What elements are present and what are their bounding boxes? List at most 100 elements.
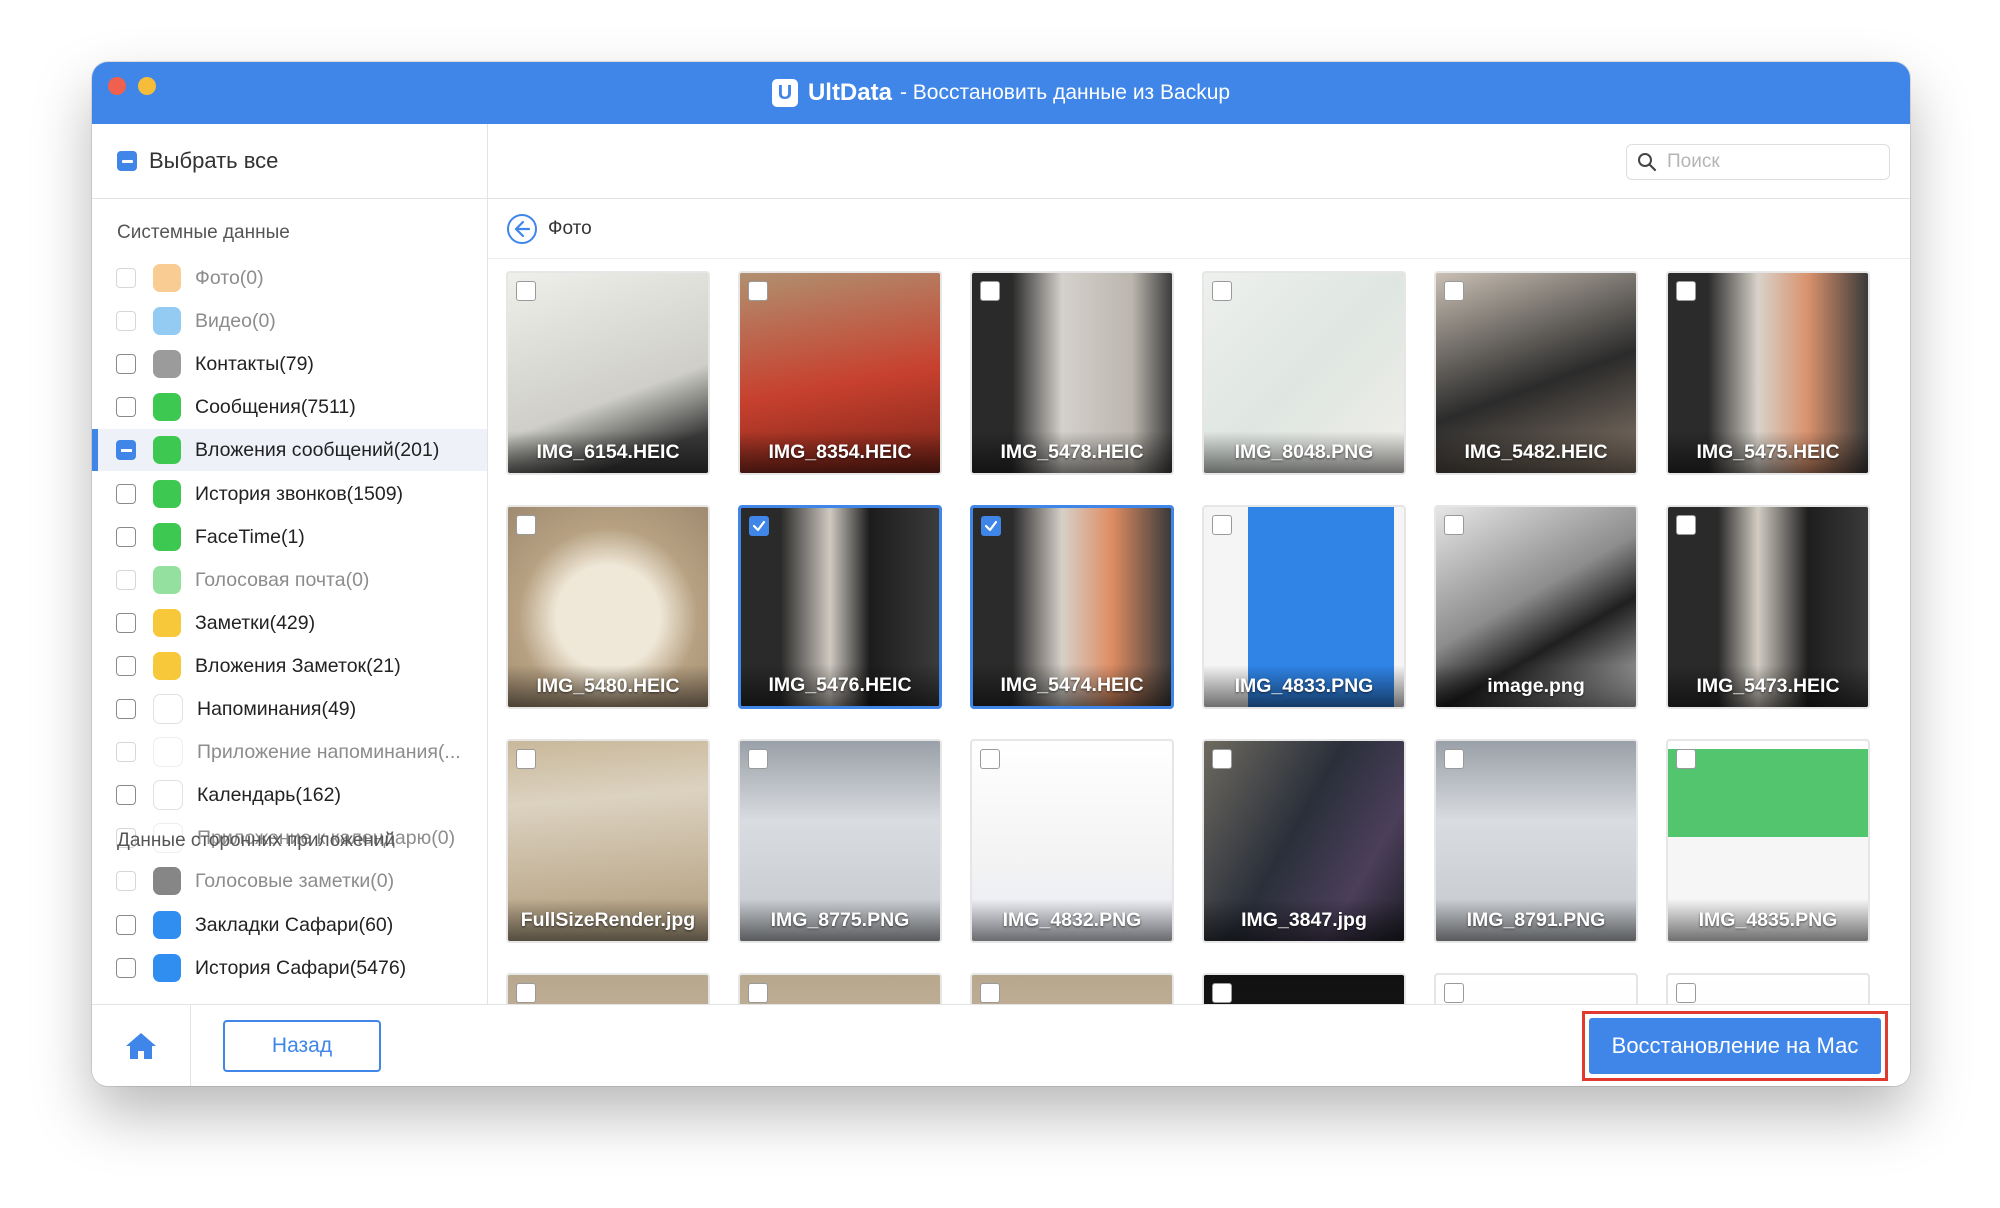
category-checkbox[interactable] bbox=[116, 958, 136, 978]
photo-checkbox-checked[interactable] bbox=[749, 516, 769, 536]
photo-tile[interactable]: IMG_3847.jpg bbox=[1202, 739, 1406, 943]
reminders-attachments-icon bbox=[153, 737, 183, 767]
select-all-checkbox[interactable] bbox=[117, 151, 137, 171]
photo-checkbox[interactable] bbox=[980, 983, 1000, 1003]
category-label: Фото(0) bbox=[195, 266, 264, 289]
photo-tile[interactable]: IMG_8791.PNG bbox=[1434, 739, 1638, 943]
phone-icon bbox=[153, 480, 181, 508]
photo-checkbox[interactable] bbox=[748, 281, 768, 301]
photo-checkbox[interactable] bbox=[1676, 515, 1696, 535]
sidebar-category-item[interactable]: Заметки(429) bbox=[92, 602, 487, 644]
photo-tile[interactable]: IMG_8048.PNG bbox=[1202, 271, 1406, 475]
home-icon bbox=[126, 1033, 156, 1059]
photo-tile[interactable]: IMG_5474.HEIC bbox=[970, 505, 1174, 709]
photo-checkbox[interactable] bbox=[1444, 515, 1464, 535]
photo-checkbox[interactable] bbox=[1676, 281, 1696, 301]
category-checkbox[interactable] bbox=[116, 656, 136, 676]
photo-checkbox[interactable] bbox=[516, 983, 536, 1003]
photo-tile[interactable]: IMG_5473.HEIC bbox=[1666, 505, 1870, 709]
photo-tile[interactable] bbox=[970, 973, 1174, 1004]
home-button[interactable] bbox=[92, 1005, 191, 1086]
photo-filename: image.png bbox=[1436, 665, 1636, 707]
category-label: История звонков(1509) bbox=[195, 482, 404, 505]
search-icon bbox=[1638, 153, 1657, 172]
category-checkbox[interactable] bbox=[116, 613, 136, 633]
photo-checkbox[interactable] bbox=[1444, 281, 1464, 301]
photo-filename: IMG_5478.HEIC bbox=[972, 431, 1172, 473]
photo-tile[interactable] bbox=[1434, 973, 1638, 1004]
photo-tile[interactable] bbox=[1202, 973, 1406, 1004]
photo-filename: IMG_8775.PNG bbox=[740, 899, 940, 941]
search-box[interactable] bbox=[1626, 144, 1890, 180]
sidebar-category-item[interactable]: Закладки Сафари(60) bbox=[92, 904, 487, 946]
photo-checkbox[interactable] bbox=[516, 281, 536, 301]
notes-attachments-icon bbox=[153, 652, 181, 680]
photo-tile[interactable]: IMG_5482.HEIC bbox=[1434, 271, 1638, 475]
photo-tile[interactable]: IMG_8354.HEIC bbox=[738, 271, 942, 475]
photo-tile[interactable]: IMG_5478.HEIC bbox=[970, 271, 1174, 475]
photo-checkbox-checked[interactable] bbox=[981, 516, 1001, 536]
photo-tile[interactable]: IMG_4832.PNG bbox=[970, 739, 1174, 943]
photo-checkbox[interactable] bbox=[980, 749, 1000, 769]
photo-checkbox[interactable] bbox=[980, 281, 1000, 301]
photo-checkbox[interactable] bbox=[516, 749, 536, 769]
photo-thumbnail bbox=[972, 975, 1172, 1004]
photo-checkbox[interactable] bbox=[1212, 281, 1232, 301]
category-checkbox[interactable] bbox=[116, 484, 136, 504]
category-checkbox[interactable] bbox=[116, 785, 136, 805]
breadcrumb: Фото bbox=[506, 212, 592, 246]
photo-checkbox[interactable] bbox=[1676, 983, 1696, 1003]
sidebar-category-item[interactable]: История звонков(1509) bbox=[92, 473, 487, 515]
photo-checkbox[interactable] bbox=[748, 983, 768, 1003]
sidebar-category-item[interactable]: Вложения Заметок(21) bbox=[92, 645, 487, 687]
photo-thumbnail bbox=[1436, 975, 1636, 1004]
photo-filename: IMG_4832.PNG bbox=[972, 899, 1172, 941]
search-input[interactable] bbox=[1665, 150, 1869, 174]
photo-tile[interactable]: IMG_4833.PNG bbox=[1202, 505, 1406, 709]
photo-checkbox[interactable] bbox=[1676, 749, 1696, 769]
photo-tile[interactable] bbox=[738, 973, 942, 1004]
recover-to-mac-button[interactable]: Восстановление на Мас bbox=[1589, 1018, 1881, 1074]
photo-tile[interactable]: IMG_6154.HEIC bbox=[506, 271, 710, 475]
category-checkbox[interactable] bbox=[116, 699, 136, 719]
select-all-label: Выбрать все bbox=[149, 148, 279, 173]
sidebar-category-item[interactable]: Сообщения(7511) bbox=[92, 386, 487, 428]
category-checkbox[interactable] bbox=[116, 915, 136, 935]
sidebar-category-item[interactable]: Вложения сообщений(201) bbox=[92, 429, 487, 471]
sidebar-category-item[interactable]: FaceTime(1) bbox=[92, 516, 487, 558]
checkmark-icon bbox=[752, 520, 766, 532]
checkmark-icon bbox=[984, 520, 998, 532]
category-checkbox[interactable] bbox=[116, 354, 136, 374]
category-checkbox[interactable] bbox=[116, 440, 136, 460]
sidebar-category-item[interactable]: Напоминания(49) bbox=[92, 688, 487, 730]
photo-checkbox[interactable] bbox=[1212, 515, 1232, 535]
photo-tile[interactable]: IMG_4835.PNG bbox=[1666, 739, 1870, 943]
sidebar-category-item[interactable]: Контакты(79) bbox=[92, 343, 487, 385]
photo-checkbox[interactable] bbox=[1212, 983, 1232, 1003]
photo-checkbox[interactable] bbox=[1444, 983, 1464, 1003]
category-label: Видео(0) bbox=[195, 309, 276, 332]
photo-checkbox[interactable] bbox=[1212, 749, 1232, 769]
select-all-row[interactable]: Выбрать все bbox=[92, 124, 487, 199]
photo-filename: IMG_5474.HEIC bbox=[973, 664, 1171, 706]
sidebar-category-item[interactable]: Календарь(162) bbox=[92, 774, 487, 816]
photo-tile[interactable]: IMG_5476.HEIC bbox=[738, 505, 942, 709]
photo-tile[interactable]: IMG_5480.HEIC bbox=[506, 505, 710, 709]
category-checkbox[interactable] bbox=[116, 527, 136, 547]
category-checkbox[interactable] bbox=[116, 397, 136, 417]
sidebar-category-item[interactable]: История Сафари(5476) bbox=[92, 947, 487, 989]
photo-filename: IMG_5482.HEIC bbox=[1436, 431, 1636, 473]
category-label: Сообщения(7511) bbox=[195, 395, 356, 418]
photo-tile[interactable] bbox=[506, 973, 710, 1004]
photo-tile[interactable]: IMG_5475.HEIC bbox=[1666, 271, 1870, 475]
photo-checkbox[interactable] bbox=[748, 749, 768, 769]
photo-tile[interactable]: IMG_8775.PNG bbox=[738, 739, 942, 943]
back-button[interactable]: Назад bbox=[223, 1020, 381, 1072]
photo-tile[interactable] bbox=[1666, 973, 1870, 1004]
window-title: U UltData - Восстановить данные из Backu… bbox=[92, 62, 1910, 124]
photo-checkbox[interactable] bbox=[516, 515, 536, 535]
photo-tile[interactable]: image.png bbox=[1434, 505, 1638, 709]
photo-checkbox[interactable] bbox=[1444, 749, 1464, 769]
back-arrow-icon[interactable] bbox=[506, 213, 538, 245]
photo-tile[interactable]: FullSizeRender.jpg bbox=[506, 739, 710, 943]
